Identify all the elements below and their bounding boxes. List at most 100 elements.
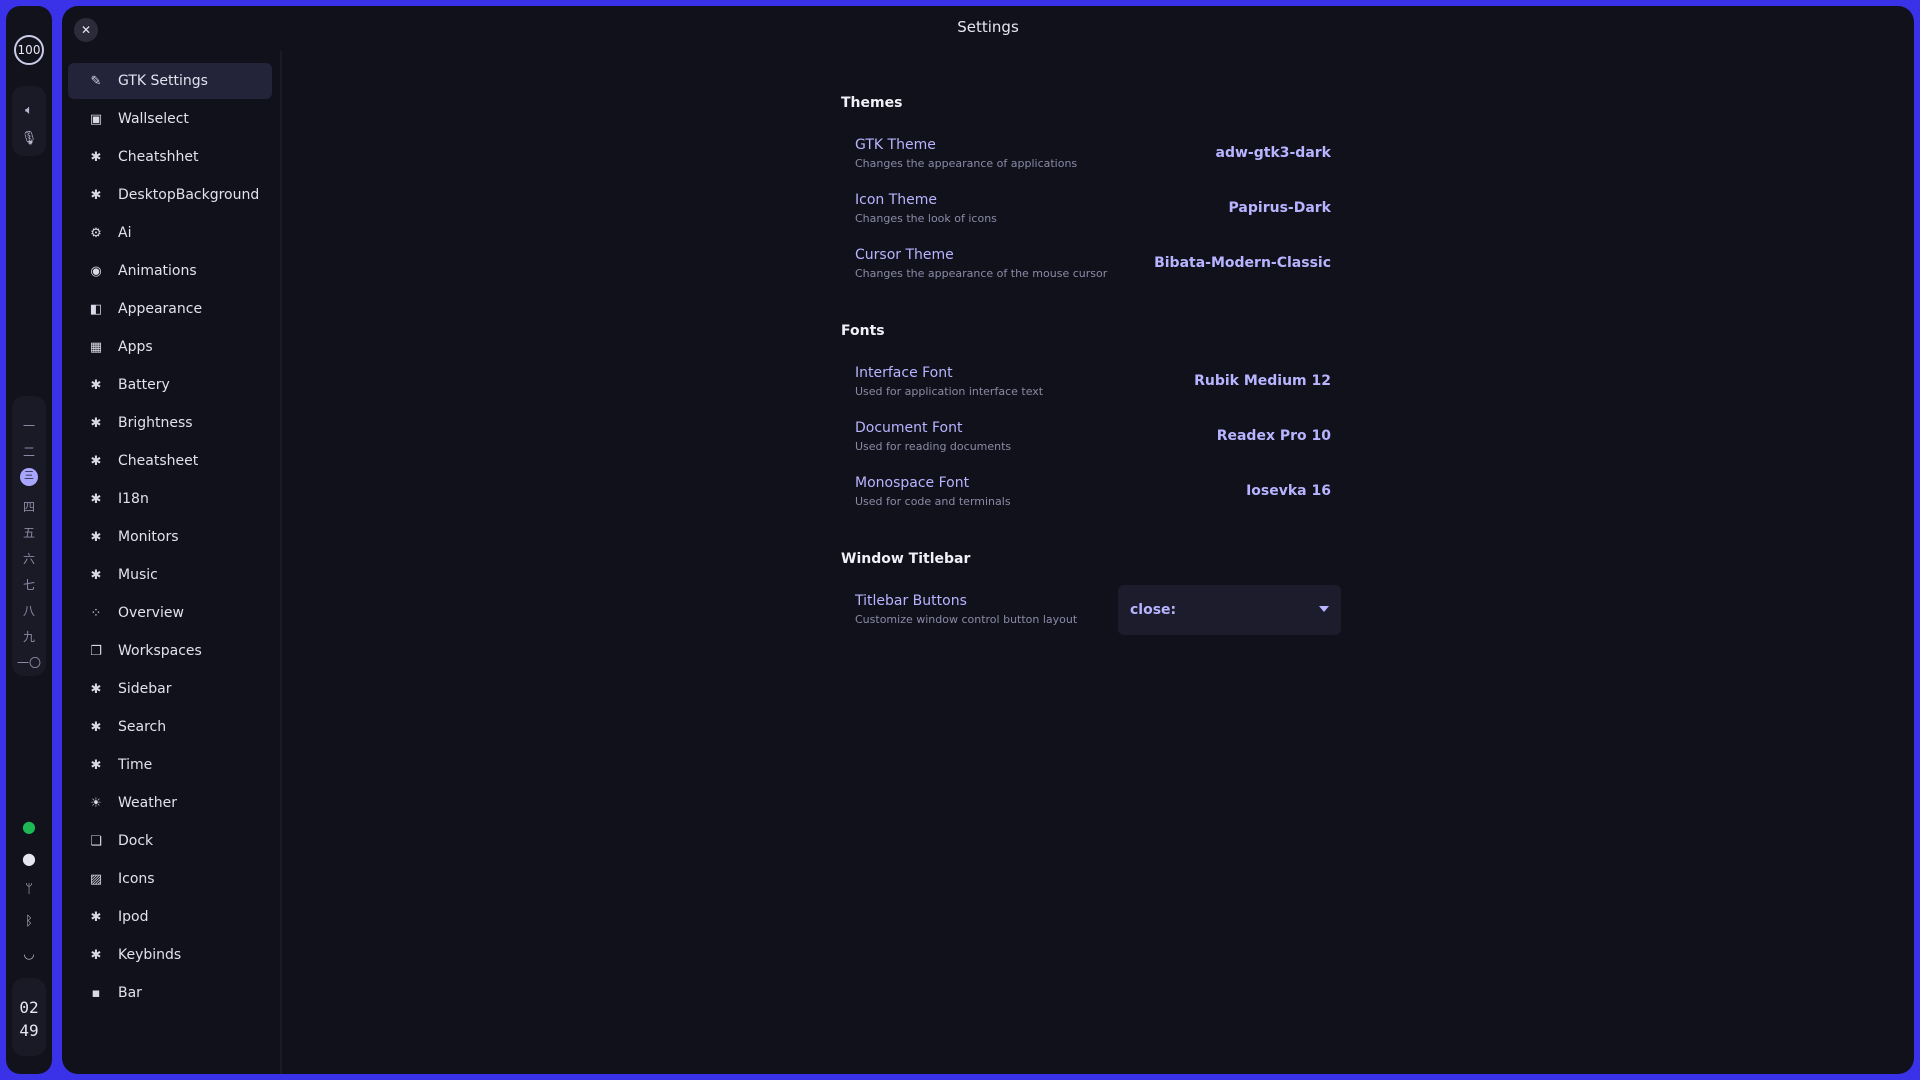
left-system-bar: 100 🔈︎ 🎙︎ 一 二 三 四 五 六 七 八 九 一〇 ● ● ᛘ ᛒ ◡… [6,6,52,1074]
sidebar-item-cheatsheet[interactable]: ✱ Cheatsheet [68,443,272,479]
setting-value[interactable]: Rubik Medium 12 [1194,373,1331,389]
sidebar-item-label: Sidebar [118,681,172,697]
sidebar-item-label: Bar [118,985,142,1001]
sidebar-item-overview[interactable]: ⁘ Overview [68,595,272,631]
sidebar-item-battery[interactable]: ✱ Battery [68,367,272,403]
sidebar-item-label: Cheatsheet [118,453,199,469]
setting-value[interactable]: adw-gtk3-dark [1216,145,1331,161]
grid-dots-icon: ⁘ [90,605,102,621]
workspace-8[interactable]: 八 [6,602,52,619]
workspace-10[interactable]: 一〇 [6,654,52,671]
sidebar-item-workspaces[interactable]: ❐ Workspaces [68,633,272,669]
setting-value[interactable]: Readex Pro 10 [1217,428,1331,444]
puzzle-icon: ✱ [90,491,102,507]
sidebar-item-desktopbackground[interactable]: ✱ DesktopBackground [68,177,272,213]
sidebar-item-bar[interactable]: ▪ Bar [68,975,272,1011]
sidebar-item-gtk-settings[interactable]: ✎ GTK Settings [68,63,272,99]
sidebar-item-animations[interactable]: ◉ Animations [68,253,272,289]
nav-divider [280,51,282,1074]
microphone-icon[interactable]: 🎙︎ [6,131,52,146]
workspace-1[interactable]: 一 [6,417,52,434]
puzzle-icon: ✱ [90,681,102,697]
sidebar-item-label: Time [118,757,153,773]
network-tray-icon[interactable]: ᛘ [6,882,52,897]
sidebar-item-time[interactable]: ✱ Time [68,747,272,783]
sidebar-item-ipod[interactable]: ✱ Ipod [68,899,272,935]
workspace-3-active[interactable]: 三 [6,468,52,486]
setting-row-document-font[interactable]: Document Font Used for reading documents… [855,420,1331,464]
puzzle-icon: ✱ [90,453,102,469]
sidebar-item-music[interactable]: ✱ Music [68,557,272,593]
sidebar-item-sidebar[interactable]: ✱ Sidebar [68,671,272,707]
bluetooth-icon[interactable]: ᛒ [6,914,52,929]
workspace-7[interactable]: 七 [6,576,52,593]
wifi-icon[interactable]: ◡ [6,947,52,962]
setting-row-titlebar-buttons: Titlebar Buttons Customize window contro… [855,593,1115,637]
sidebar-item-search[interactable]: ✱ Search [68,709,272,745]
sidebar-item-weather[interactable]: ☀ Weather [68,785,272,821]
sidebar-item-label: I18n [118,491,149,507]
sidebar-item-cheatshhet[interactable]: ✱ Cheatshhet [68,139,272,175]
setting-row-monospace-font[interactable]: Monospace Font Used for code and termina… [855,475,1331,519]
workspace-4[interactable]: 四 [6,498,52,515]
workspace-count-badge[interactable]: 100 [14,35,44,65]
setting-value[interactable]: Iosevka 16 [1246,483,1331,499]
sidebar-item-label: Ipod [118,909,149,925]
sidebar-item-label: Weather [118,795,177,811]
eye-icon: ◉ [90,263,102,279]
sidebar-item-label: Appearance [118,301,203,317]
sidebar-item-appearance[interactable]: ◧ Appearance [68,291,272,327]
setting-row-interface-font[interactable]: Interface Font Used for application inte… [855,365,1331,409]
weather-icon: ☀ [90,795,102,811]
section-title-fonts: Fonts [841,323,885,339]
window-title: Settings [957,18,1019,36]
volume-icon[interactable]: 🔈︎ [6,103,52,118]
sidebar-item-monitors[interactable]: ✱ Monitors [68,519,272,555]
settings-window: ✕ Settings ✎ GTK Settings ▣ Wallselect ✱ Chea… [62,6,1914,1074]
setting-value[interactable]: Bibata-Modern-Classic [1154,255,1331,271]
sidebar-item-label: Search [118,719,167,735]
sidebar-item-dock[interactable]: ❏ Dock [68,823,272,859]
sidebar-item-i18n[interactable]: ✱ I18n [68,481,272,517]
brush-icon: ✎ [90,73,102,89]
sidebar-item-wallselect[interactable]: ▣ Wallselect [68,101,272,137]
palette-icon: ◧ [89,301,103,317]
workspace-9[interactable]: 九 [6,628,52,645]
steam-icon[interactable]: ● [6,849,52,868]
setting-row-gtk-theme[interactable]: GTK Theme Changes the appearance of appl… [855,137,1331,181]
image-icon: ▨ [89,871,103,887]
setting-row-icon-theme[interactable]: Icon Theme Changes the look of icons Pap… [855,192,1331,236]
sidebar-item-brightness[interactable]: ✱ Brightness [68,405,272,441]
windows-icon: ❐ [90,643,102,659]
settings-nav: ✎ GTK Settings ▣ Wallselect ✱ Cheatshhet ✱ Desk… [68,63,272,1013]
setting-label: Titlebar Buttons [855,593,967,609]
chevron-down-icon [1319,606,1329,612]
sidebar-item-label: Overview [118,605,184,621]
sidebar-item-label: Workspaces [118,643,202,659]
puzzle-icon: ✱ [90,719,102,735]
puzzle-icon: ✱ [90,757,102,773]
sidebar-item-label: Music [118,567,158,583]
sidebar-item-apps[interactable]: ▦ Apps [68,329,272,365]
sidebar-item-label: Apps [118,339,153,355]
workspace-6[interactable]: 六 [6,550,52,567]
sidebar-item-label: DesktopBackground [118,187,260,203]
sidebar-item-keybinds[interactable]: ✱ Keybinds [68,937,272,973]
puzzle-icon: ✱ [90,415,102,431]
workspace-5[interactable]: 五 [6,524,52,541]
puzzle-icon: ✱ [90,909,102,925]
setting-value[interactable]: Papirus-Dark [1229,200,1331,216]
sidebar-item-label: Cheatshhet [118,149,199,165]
copy-icon: ❏ [90,833,102,849]
titlebar-buttons-dropdown[interactable]: close: [1118,585,1341,635]
monitor-icon: ▣ [89,111,103,127]
setting-row-cursor-theme[interactable]: Cursor Theme Changes the appearance of t… [855,247,1331,291]
sidebar-item-ai[interactable]: ⚙ Ai [68,215,272,251]
puzzle-icon: ✱ [90,947,102,963]
sidebar-item-icons[interactable]: ▨ Icons [68,861,272,897]
gear-icon: ⚙ [90,225,102,241]
sidebar-item-label: Dock [118,833,154,849]
spotify-icon[interactable]: ● [6,817,52,836]
sidebar-item-label: Battery [118,377,170,393]
workspace-2[interactable]: 二 [6,443,52,460]
